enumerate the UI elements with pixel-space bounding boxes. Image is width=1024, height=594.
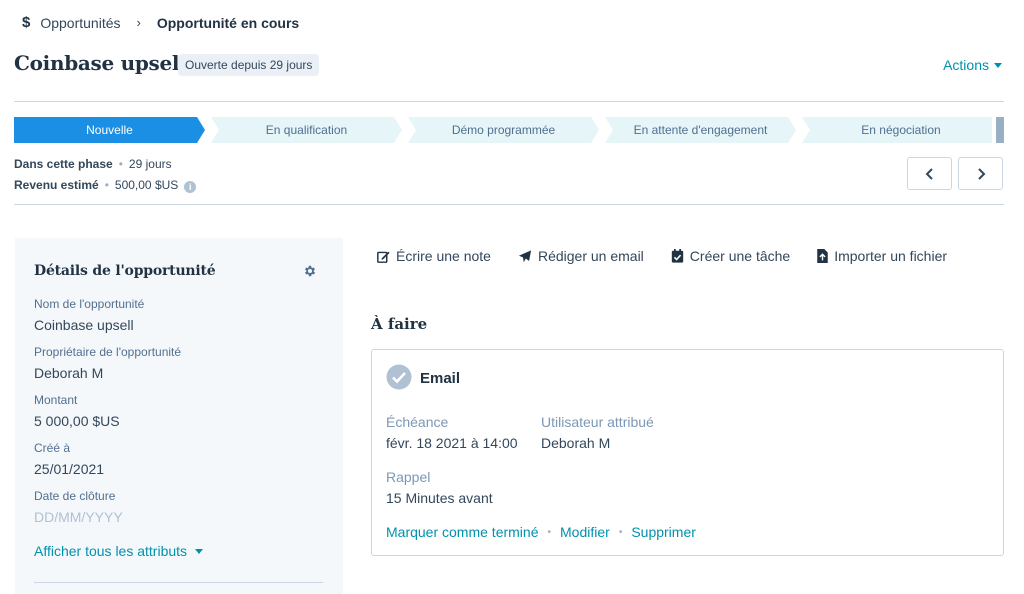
close-date-input[interactable]: DD/MM/YYYY <box>34 509 123 525</box>
mark-done-link[interactable]: Marquer comme terminé <box>386 524 539 540</box>
dollar-icon: $ <box>22 14 31 31</box>
todo-section-title: À faire <box>371 315 428 333</box>
show-all-attributes-link[interactable]: Afficher tous les attributs <box>34 543 204 559</box>
field-close-date: Date de clôture DD/MM/YYYY <box>34 489 123 525</box>
revenue-label: Revenu estimé <box>14 178 99 192</box>
field-value[interactable]: Coinbase upsell <box>34 317 144 333</box>
write-note-button[interactable]: Écrire une note <box>377 248 491 264</box>
divider <box>34 582 323 583</box>
check-circle-icon[interactable] <box>386 364 412 390</box>
file-upload-icon <box>817 249 828 263</box>
stage-label-1: Nouvelle <box>86 123 133 137</box>
breadcrumb: $ Opportunités › Opportunité en cours <box>22 14 299 31</box>
phase-info: Dans cette phase • 29 jours Revenu estimé •… <box>14 154 197 196</box>
divider <box>14 204 1004 205</box>
actions-button[interactable]: Actions <box>943 57 1002 73</box>
field-amount: Montant 5 000,00 $US <box>34 393 120 429</box>
field-owner: Propriétaire de l'opportunité Deborah M <box>34 345 181 381</box>
stage-label-2: En qualification <box>265 123 348 137</box>
create-task-button[interactable]: Créer une tâche <box>671 248 790 264</box>
info-icon[interactable]: i <box>184 181 197 193</box>
edit-link[interactable]: Modifier <box>560 524 610 540</box>
pipeline-stages: Nouvelle En qualification Démo programmé… <box>14 117 1004 143</box>
field-label: Propriétaire de l'opportunité <box>34 345 182 359</box>
chevron-right-icon <box>977 167 985 180</box>
delete-link[interactable]: Supprimer <box>631 524 696 540</box>
actions-label: Actions <box>943 57 989 73</box>
task-card: Email Échéance févr. 18 2021 à 14:00 Uti… <box>371 349 1004 556</box>
field-label: Créé à <box>34 441 71 455</box>
page-title: Coinbase upsell <box>14 51 187 75</box>
caret-down-icon <box>195 548 204 554</box>
reminder-label: Rappel <box>386 469 431 485</box>
edit-note-icon <box>377 251 390 263</box>
opportunity-details-panel: Détails de l'opportunité Nom de l'opport… <box>15 238 343 594</box>
task-type: Email <box>420 370 461 387</box>
paper-plane-icon <box>518 249 532 262</box>
field-created: Créé à 25/01/2021 <box>34 441 104 477</box>
gear-icon[interactable] <box>303 264 317 278</box>
field-value[interactable]: 5 000,00 $US <box>34 413 120 429</box>
divider <box>14 101 1004 102</box>
breadcrumb-opportunities-link[interactable]: Opportunités <box>40 15 120 31</box>
field-label: Montant <box>34 393 78 407</box>
chevron-left-icon <box>925 167 933 180</box>
stage-label-5: En négociation <box>861 123 941 137</box>
due-value[interactable]: févr. 18 2021 à 14:00 <box>386 435 518 451</box>
in-phase-value: 29 jours <box>128 157 172 171</box>
import-file-button[interactable]: Importer un fichier <box>817 248 947 264</box>
create-task-label: Créer une tâche <box>689 248 791 264</box>
calendar-check-icon <box>671 249 683 263</box>
import-file-label: Importer un fichier <box>834 248 948 264</box>
status-badge: Ouverte depuis 29 jours <box>178 54 320 76</box>
compose-email-label: Rédiger un email <box>537 248 644 264</box>
compose-email-button[interactable]: Rédiger un email <box>518 248 644 264</box>
revenue-value: 500,00 $US <box>114 178 179 192</box>
separator-dot: • <box>618 526 623 538</box>
stage-label-4: En attente d'engagement <box>633 123 768 137</box>
field-value[interactable]: Deborah M <box>34 365 181 381</box>
task-actions: Marquer comme terminé • Modifier • Suppr… <box>386 524 696 540</box>
chevron-right-icon: › <box>136 15 141 30</box>
show-all-label: Afficher tous les attributs <box>34 543 188 559</box>
field-label: Date de clôture <box>34 489 116 503</box>
field-label: Nom de l'opportunité <box>34 297 145 311</box>
write-note-label: Écrire une note <box>396 248 491 264</box>
reminder-value[interactable]: 15 Minutes avant <box>386 490 493 506</box>
breadcrumb-current: Opportunité en cours <box>156 14 300 31</box>
separator-dot: • <box>547 526 552 538</box>
assignee-label: Utilisateur attribué <box>541 414 654 430</box>
previous-stage-button[interactable] <box>907 157 952 190</box>
caret-down-icon <box>994 62 1002 68</box>
activity-toolbar: Écrire une note Rédiger un email Créer u… <box>377 248 974 264</box>
field-value[interactable]: 25/01/2021 <box>34 461 104 477</box>
details-title: Détails de l'opportunité <box>34 263 216 279</box>
stage-scroll-indicator <box>996 117 1004 143</box>
in-phase-label: Dans cette phase <box>14 157 113 171</box>
field-opportunity-name: Nom de l'opportunité Coinbase upsell <box>34 297 144 333</box>
next-stage-button[interactable] <box>958 157 1003 190</box>
due-label: Échéance <box>386 414 449 430</box>
assignee-value[interactable]: Deborah M <box>541 435 610 451</box>
stage-label-3: Démo programmée <box>451 123 556 137</box>
